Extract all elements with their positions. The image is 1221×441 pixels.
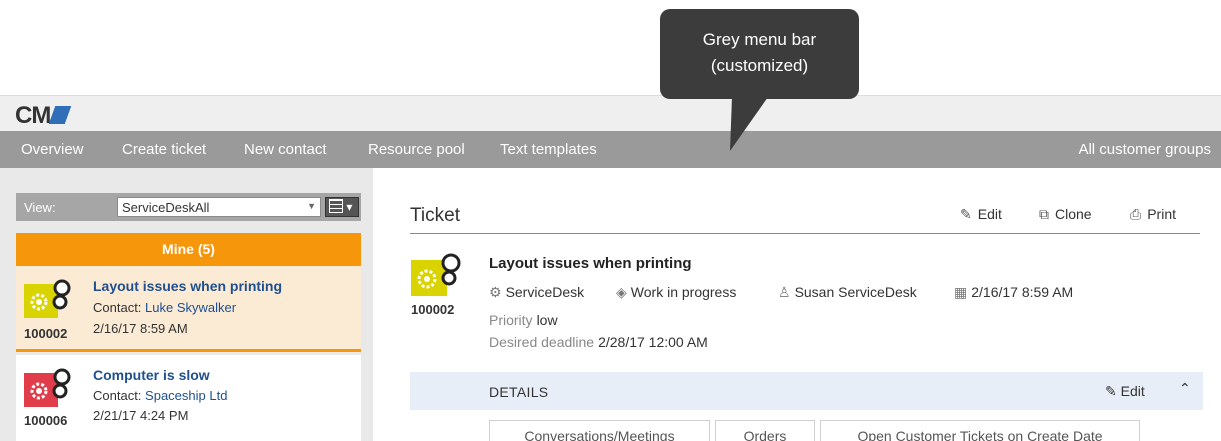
menu-item-overview[interactable]: Overview bbox=[21, 141, 84, 158]
ticket-date: 2/21/17 4:24 PM bbox=[93, 408, 189, 423]
pencil-icon: ✎ bbox=[1105, 383, 1121, 399]
page-title: Ticket bbox=[410, 205, 460, 226]
contact-label: Contact: bbox=[93, 300, 142, 315]
user-icon: ♙ bbox=[778, 284, 791, 300]
tab-orders[interactable]: Orders bbox=[715, 420, 815, 441]
contact-name[interactable]: Spaceship Ltd bbox=[145, 388, 227, 403]
ticket-title[interactable]: Computer is slow bbox=[93, 367, 210, 383]
deadline-value: 2/28/17 12:00 AM bbox=[598, 334, 708, 350]
clone-button[interactable]: ⧉ Clone bbox=[1039, 206, 1092, 223]
ticket-gears-icon bbox=[411, 253, 461, 296]
gear-icon: ⚙ bbox=[489, 284, 502, 300]
collapse-chevron-icon[interactable]: ⌃ bbox=[1179, 380, 1191, 397]
group-header-mine[interactable]: Mine (5) bbox=[16, 233, 361, 266]
date-value: 2/16/17 8:59 AM bbox=[971, 284, 1074, 300]
priority-field: Priority low bbox=[489, 312, 558, 328]
callout-tail bbox=[730, 97, 768, 151]
menu-item-customer-groups[interactable]: All customer groups bbox=[1078, 141, 1211, 158]
category-value: ServiceDesk bbox=[505, 284, 585, 300]
callout-line-1: Grey menu bar bbox=[702, 30, 817, 49]
details-section-header[interactable]: DETAILS ✎ Edit ⌃ bbox=[410, 372, 1203, 410]
ticket-list-panel: View: ServiceDeskAll ▼ ▾ Mine (5) Layout… bbox=[0, 168, 373, 441]
details-label: DETAILS bbox=[489, 384, 549, 400]
view-label: View: bbox=[24, 200, 56, 215]
main-menu-bar: Overview Create ticket New contact Resou… bbox=[0, 131, 1221, 168]
status-value: Work in progress bbox=[630, 284, 737, 300]
logo-text: CM bbox=[15, 102, 51, 129]
tab-conversations-meetings[interactable]: Conversations/Meetings bbox=[489, 420, 710, 441]
tab-open-customer-tickets[interactable]: Open Customer Tickets on Create Date bbox=[820, 420, 1140, 441]
contact-label: Contact: bbox=[93, 388, 142, 403]
edit-button[interactable]: ✎ Edit bbox=[960, 206, 1002, 223]
printer-icon: ⎙ bbox=[1130, 206, 1142, 222]
annotation-callout: Grey menu bar (customized) bbox=[660, 9, 859, 99]
menu-item-create-ticket[interactable]: Create ticket bbox=[122, 141, 206, 158]
ticket-id: 100002 bbox=[24, 326, 68, 341]
menu-item-resource-pool[interactable]: Resource pool bbox=[368, 141, 465, 158]
grid-icon bbox=[329, 199, 343, 213]
calendar-icon: ▦ bbox=[954, 284, 968, 300]
pencil-icon: ✎ bbox=[960, 206, 972, 222]
header-bar: CM bbox=[0, 95, 1221, 131]
ticket-category: ⚙ ServiceDesk bbox=[489, 284, 584, 301]
ticket-list-item[interactable]: Computer is slow Contact: Spaceship Ltd … bbox=[16, 355, 361, 441]
ticket-id: 100002 bbox=[411, 302, 455, 317]
ticket-contact: Contact: Luke Skywalker bbox=[93, 300, 236, 315]
agent-value[interactable]: Susan ServiceDesk bbox=[795, 284, 917, 300]
deadline-field: Desired deadline 2/28/17 12:00 AM bbox=[489, 334, 708, 350]
priority-value: low bbox=[536, 312, 558, 328]
ticket-id: 100006 bbox=[24, 413, 68, 428]
ticket-agent: ♙ Susan ServiceDesk bbox=[778, 284, 917, 301]
dropdown-caret-icon: ▾ bbox=[346, 200, 353, 214]
ticket-status: ◈ Work in progress bbox=[616, 284, 736, 301]
ticket-gears-icon bbox=[24, 279, 71, 318]
ticket-created-date: ▦ 2/16/17 8:59 AM bbox=[954, 284, 1073, 301]
ticket-gears-icon bbox=[24, 368, 71, 407]
status-icon: ◈ bbox=[616, 284, 627, 300]
priority-label: Priority bbox=[489, 312, 533, 328]
view-select-value: ServiceDeskAll bbox=[122, 200, 210, 215]
ticket-title: Layout issues when printing bbox=[489, 255, 692, 272]
chevron-down-icon: ▼ bbox=[307, 201, 316, 211]
print-button[interactable]: ⎙ Print bbox=[1130, 206, 1176, 223]
ticket-date: 2/16/17 8:59 AM bbox=[93, 321, 188, 336]
view-mode-button[interactable]: ▾ bbox=[325, 197, 359, 217]
details-edit-label: Edit bbox=[1120, 383, 1145, 399]
view-selector-bar: View: ServiceDeskAll ▼ ▾ bbox=[16, 193, 361, 221]
callout-line-2: (customized) bbox=[710, 56, 809, 75]
copy-icon: ⧉ bbox=[1039, 206, 1049, 222]
menu-item-new-contact[interactable]: New contact bbox=[244, 141, 327, 158]
ticket-contact: Contact: Spaceship Ltd bbox=[93, 388, 227, 403]
deadline-label: Desired deadline bbox=[489, 334, 595, 350]
app-logo[interactable]: CM bbox=[15, 102, 72, 130]
logo-slash-icon bbox=[49, 106, 72, 124]
view-select[interactable]: ServiceDeskAll ▼ bbox=[117, 197, 321, 217]
contact-name[interactable]: Luke Skywalker bbox=[145, 300, 236, 315]
ticket-title[interactable]: Layout issues when printing bbox=[93, 278, 282, 294]
details-edit-button[interactable]: ✎ Edit bbox=[1105, 383, 1145, 400]
heading-divider bbox=[410, 233, 1200, 234]
menu-item-text-templates[interactable]: Text templates bbox=[500, 141, 597, 158]
ticket-detail-panel: Ticket ✎ Edit ⧉ Clone ⎙ Print 100002 Layout… bbox=[373, 168, 1221, 441]
edit-label: Edit bbox=[977, 206, 1002, 222]
clone-label: Clone bbox=[1055, 206, 1092, 222]
ticket-list-item[interactable]: Layout issues when printing Contact: Luk… bbox=[16, 266, 361, 352]
print-label: Print bbox=[1147, 206, 1176, 222]
